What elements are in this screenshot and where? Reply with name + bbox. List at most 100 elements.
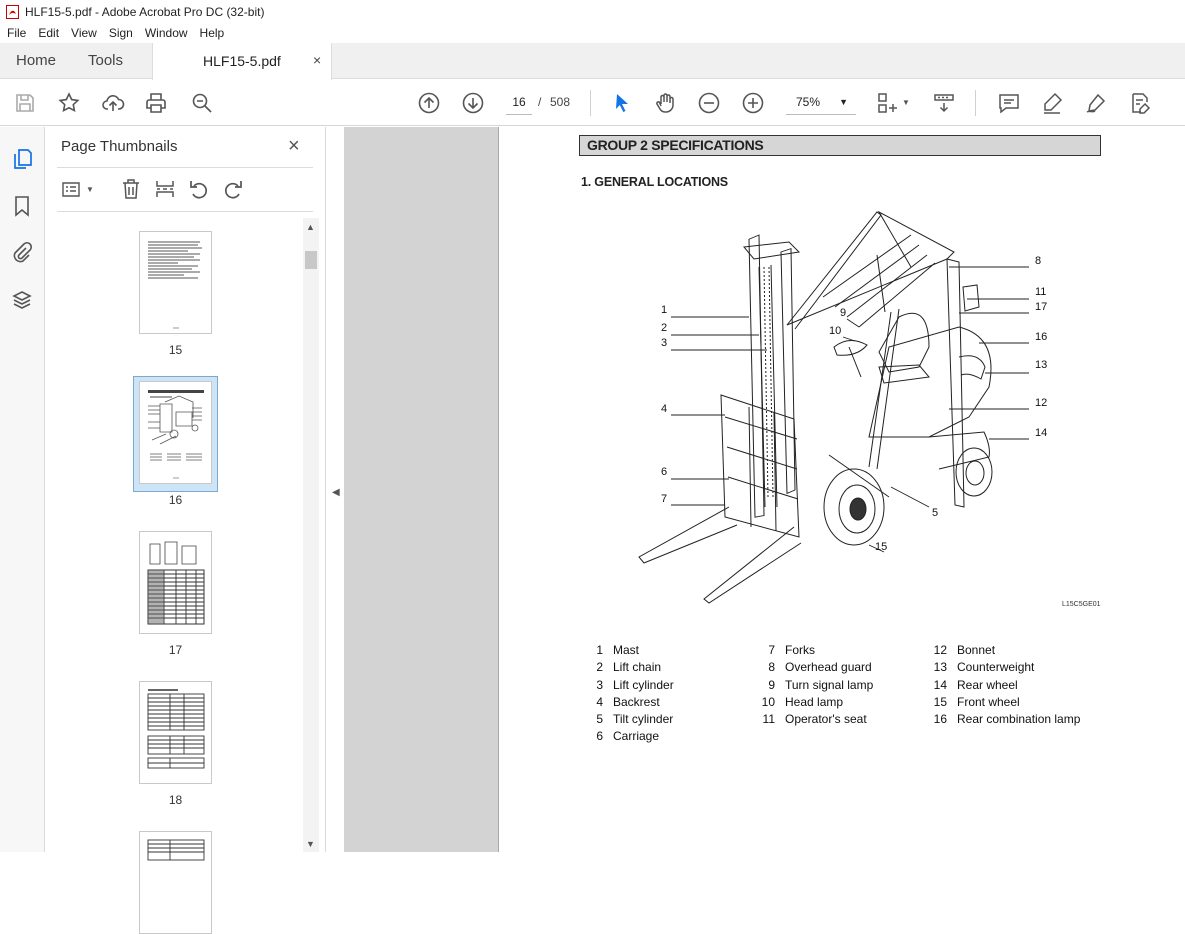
collapse-panel-icon[interactable]: ◀ bbox=[332, 487, 340, 498]
delete-page-icon[interactable] bbox=[120, 178, 142, 200]
zoom-level-select[interactable]: 75% ▼ bbox=[786, 90, 856, 115]
thumbnail-page-number: 18 bbox=[168, 793, 183, 807]
print-icon[interactable] bbox=[144, 91, 168, 115]
draw-sign-icon[interactable] bbox=[1084, 91, 1108, 115]
comment-icon[interactable] bbox=[997, 91, 1021, 115]
bookmark-star-icon[interactable] bbox=[57, 91, 81, 115]
page-separator: / bbox=[538, 95, 542, 109]
zoom-search-icon[interactable] bbox=[190, 91, 214, 115]
pdf-page: GROUP 2 SPECIFICATIONS 1. GENERAL LOCATI… bbox=[498, 127, 1185, 852]
callout-number: 6 bbox=[661, 466, 668, 478]
thumbnail-page-15[interactable] bbox=[139, 231, 212, 334]
thumbnail-options-icon[interactable] bbox=[61, 178, 83, 200]
callout-number: 8 bbox=[1035, 255, 1042, 267]
page-number-input[interactable]: 16 bbox=[506, 90, 532, 115]
tab-bar: Home Tools HLF15-5.pdf × bbox=[0, 43, 1185, 80]
hand-tool-icon[interactable] bbox=[653, 91, 677, 115]
rotate-right-icon[interactable] bbox=[222, 178, 244, 200]
options-chevron-down-icon[interactable]: ▼ bbox=[86, 185, 94, 194]
callout-number: 9 bbox=[840, 307, 847, 319]
previous-page-icon[interactable] bbox=[417, 91, 441, 115]
panel-splitter[interactable]: ◀ bbox=[325, 127, 344, 852]
toolbar-divider bbox=[975, 90, 976, 116]
tab-document[interactable]: HLF15-5.pdf × bbox=[152, 43, 332, 80]
save-icon[interactable] bbox=[13, 91, 37, 115]
zoom-in-icon[interactable] bbox=[741, 91, 765, 115]
zoom-out-icon[interactable] bbox=[697, 91, 721, 115]
attachments-icon[interactable] bbox=[11, 241, 33, 263]
menu-view[interactable]: View bbox=[64, 26, 102, 40]
tab-document-label: HLF15-5.pdf bbox=[203, 53, 281, 69]
menu-edit[interactable]: Edit bbox=[31, 26, 64, 40]
scroll-down-icon[interactable]: ▼ bbox=[306, 839, 315, 849]
layers-icon[interactable] bbox=[11, 289, 33, 311]
page-layout-icon[interactable] bbox=[876, 91, 900, 115]
page-total: 508 bbox=[550, 95, 571, 109]
callout-number: 7 bbox=[661, 493, 668, 505]
highlight-pen-icon[interactable] bbox=[1040, 91, 1064, 115]
figure-code: L15C5GE01 bbox=[1062, 601, 1101, 608]
tab-home[interactable]: Home bbox=[16, 43, 56, 79]
thumbnail-page-19[interactable] bbox=[139, 831, 212, 934]
panel-divider bbox=[57, 211, 313, 212]
thumbnail-scrollbar[interactable]: ▲ ▼ bbox=[303, 218, 319, 852]
thumbnail-page-number: 17 bbox=[168, 643, 183, 657]
group-title-bar: GROUP 2 SPECIFICATIONS bbox=[579, 135, 1101, 156]
thumbnail-page-16[interactable] bbox=[139, 381, 212, 484]
upload-cloud-icon[interactable] bbox=[101, 91, 125, 115]
thumbnail-spec-table bbox=[147, 541, 205, 625]
menu-window[interactable]: Window bbox=[138, 26, 193, 40]
thumbnail-spec-table bbox=[147, 839, 205, 861]
callout-number: 2 bbox=[661, 322, 668, 334]
close-icon[interactable]: × bbox=[288, 135, 300, 158]
page-thumbnails-icon[interactable] bbox=[11, 148, 33, 170]
scroll-mode-icon[interactable] bbox=[932, 91, 956, 115]
thumbnail-page-18[interactable] bbox=[139, 681, 212, 784]
menu-bar: File Edit View Sign Window Help bbox=[0, 23, 1185, 43]
thumbnail-page-number: 16 bbox=[168, 493, 183, 507]
callout-number: 16 bbox=[1035, 331, 1048, 343]
callout-number: 3 bbox=[661, 337, 668, 349]
callout-number: 14 bbox=[1035, 427, 1048, 439]
next-page-icon[interactable] bbox=[461, 91, 485, 115]
thumbnail-text-lines bbox=[148, 241, 202, 329]
tab-tools[interactable]: Tools bbox=[88, 43, 123, 79]
callout-number: 11 bbox=[1035, 286, 1047, 298]
callout-number: 5 bbox=[932, 507, 939, 519]
window-title: HLF15-5.pdf - Adobe Acrobat Pro DC (32-b… bbox=[25, 4, 265, 19]
scroll-thumb[interactable] bbox=[305, 251, 317, 269]
thumbnail-page-17[interactable] bbox=[139, 531, 212, 634]
callout-number: 1 bbox=[661, 304, 668, 316]
section-title: 1. GENERAL LOCATIONS bbox=[581, 175, 728, 189]
extract-page-icon[interactable] bbox=[154, 178, 176, 200]
title-bar: HLF15-5.pdf - Adobe Acrobat Pro DC (32-b… bbox=[0, 0, 1185, 23]
thumbnails-panel: Page Thumbnails × ▼ 15 16 17 18 bbox=[45, 127, 325, 934]
rotate-left-icon[interactable] bbox=[188, 178, 210, 200]
bookmarks-icon[interactable] bbox=[11, 195, 33, 217]
zoom-level-value: 75% bbox=[796, 95, 821, 109]
menu-file[interactable]: File bbox=[0, 26, 31, 40]
thumbnail-forklift-figure bbox=[148, 390, 204, 479]
panel-divider bbox=[57, 167, 313, 168]
menu-help[interactable]: Help bbox=[193, 26, 230, 40]
toolbar-divider bbox=[590, 90, 591, 116]
select-cursor-icon[interactable] bbox=[610, 91, 634, 115]
chevron-down-icon: ▼ bbox=[839, 97, 848, 107]
callout-number: 4 bbox=[661, 403, 668, 415]
callout-number: 17 bbox=[1035, 301, 1048, 313]
thumbnail-page-number: 15 bbox=[168, 343, 183, 357]
layout-chevron-down-icon[interactable]: ▼ bbox=[902, 98, 910, 107]
menu-sign[interactable]: Sign bbox=[102, 26, 138, 40]
pdf-app-icon bbox=[6, 4, 19, 19]
callout-number: 15 bbox=[875, 541, 888, 553]
forklift-illustration bbox=[638, 210, 1029, 604]
scroll-up-icon[interactable]: ▲ bbox=[306, 222, 315, 232]
callout-number: 13 bbox=[1035, 359, 1048, 371]
panel-title: Page Thumbnails bbox=[61, 138, 178, 155]
fill-sign-icon[interactable] bbox=[1128, 91, 1152, 115]
callout-number: 10 bbox=[829, 325, 842, 337]
left-nav-rail bbox=[0, 127, 45, 852]
tab-close-icon[interactable]: × bbox=[313, 52, 321, 68]
callout-number: 12 bbox=[1035, 397, 1048, 409]
thumbnail-spec-table bbox=[147, 689, 205, 769]
